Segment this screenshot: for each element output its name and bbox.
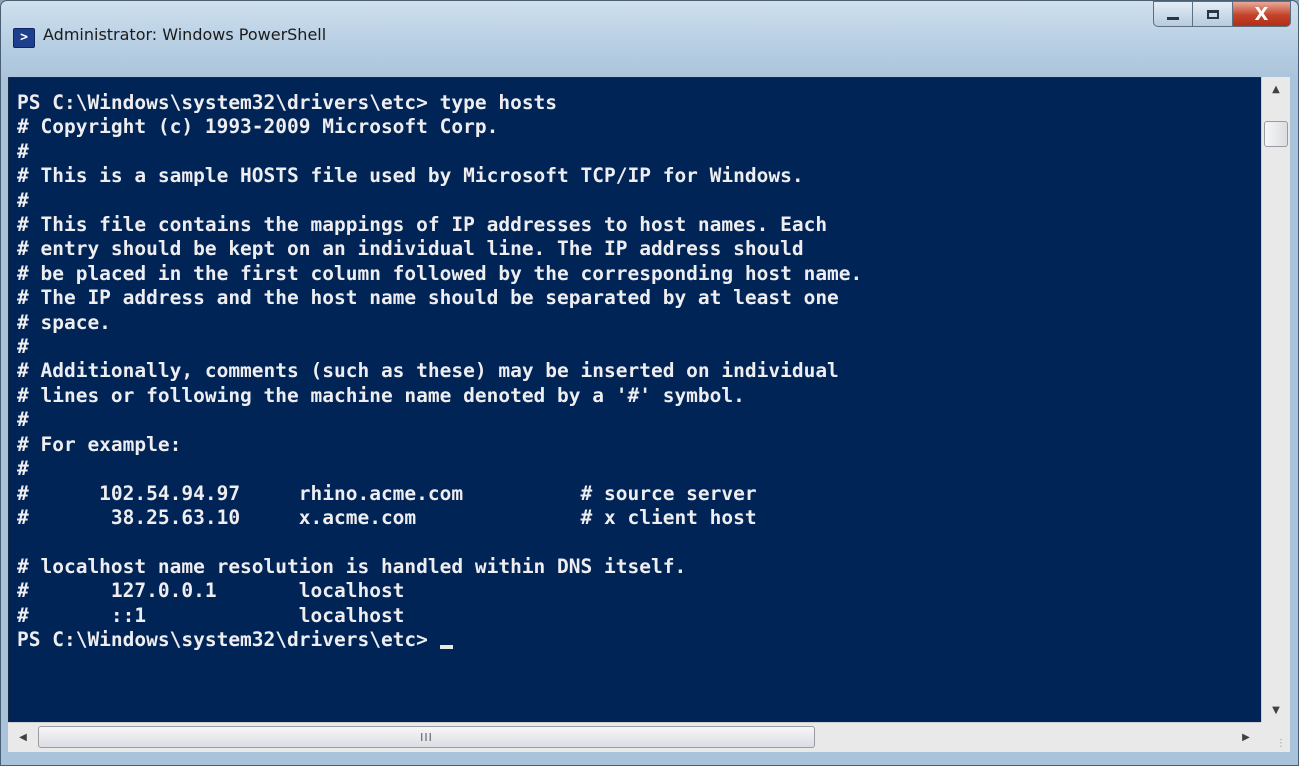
console-line: # [17,408,29,432]
text-cursor [439,644,453,649]
console-line: # entry should be kept on an individual … [17,237,804,261]
console-line: # [17,188,29,212]
close-icon: X [1254,3,1269,25]
console-line: # [17,139,29,163]
scroll-grip-icon: III [420,730,433,744]
vertical-scroll-thumb[interactable] [1264,121,1288,147]
console-line: # 127.0.0.1 localhost [17,579,405,603]
scroll-right-arrow-icon[interactable]: ▶ [1231,723,1261,751]
console-output[interactable]: PS C:\Windows\system32\drivers\etc> type… [8,77,1261,722]
console-line: # This is a sample HOSTS file used by Mi… [17,164,804,188]
caption-buttons: X [1153,1,1291,29]
console-line: # Copyright (c) 1993-2009 Microsoft Corp… [17,115,499,139]
maximize-button[interactable] [1193,1,1233,27]
horizontal-scroll-thumb[interactable]: III [38,726,815,748]
maximize-icon [1206,9,1219,19]
console-line: # For example: [17,432,182,456]
console-line: # ::1 localhost [17,603,405,627]
window-title: Administrator: Windows PowerShell [43,25,327,44]
console-line: # localhost name resolution is handled w… [17,554,687,578]
vertical-scrollbar[interactable]: ▲ ▼ [1261,77,1290,722]
console-line: PS C:\Windows\system32\drivers\etc> type… [17,91,558,114]
console-line: # This file contains the mappings of IP … [17,213,828,237]
console-line: # be placed in the first column followed… [17,261,863,285]
minimize-button[interactable] [1153,1,1193,27]
console-line: # [17,335,29,359]
console-line: # lines or following the machine name de… [17,383,745,407]
powershell-window: > Administrator: Windows PowerShell X PS… [0,0,1299,766]
powershell-icon[interactable]: > [13,28,35,48]
scroll-up-arrow-icon[interactable]: ▲ [1262,77,1290,101]
console-prompt: PS C:\Windows\system32\drivers\etc> [17,627,440,651]
console-line: # Additionally, comments (such as these)… [17,359,839,383]
title-bar[interactable]: > Administrator: Windows PowerShell X [1,1,1298,77]
minimize-icon [1167,16,1179,20]
resize-grip-icon[interactable]: ⋮ [1261,722,1290,752]
close-button[interactable]: X [1233,1,1291,27]
scroll-down-arrow-icon[interactable]: ▼ [1262,698,1290,722]
console-line: # The IP address and the host name shoul… [17,286,839,310]
console-line: # space. [17,310,111,334]
console-line: # 102.54.94.97 rhino.acme.com # source s… [17,481,757,505]
console-text: PS C:\Windows\system32\drivers\etc> type… [9,78,1261,652]
horizontal-scrollbar[interactable]: ◀ III ▶ [8,722,1261,752]
console-line: # [17,457,29,481]
scroll-left-arrow-icon[interactable]: ◀ [8,723,38,751]
console-line: # 38.25.63.10 x.acme.com # x client host [17,505,757,529]
